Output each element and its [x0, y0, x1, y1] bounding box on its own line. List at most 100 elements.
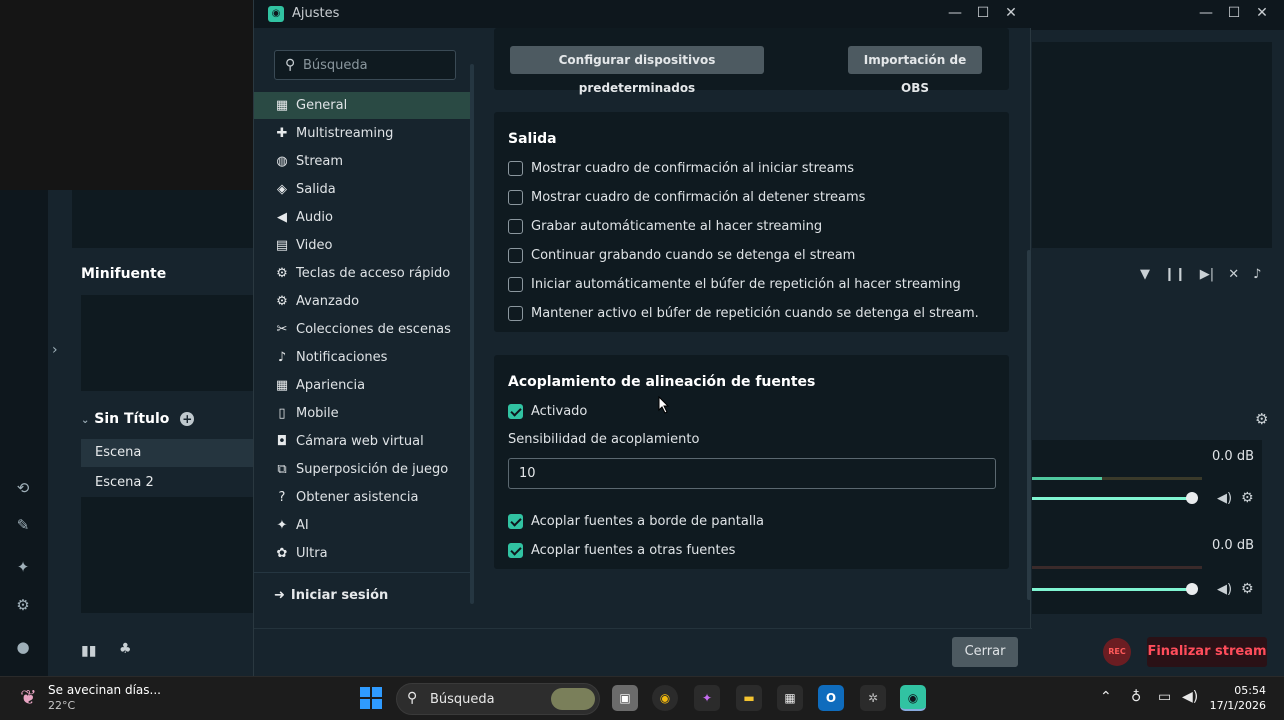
themes-icon[interactable]: ✎: [14, 516, 32, 534]
configure-devices-button[interactable]: Configurar dispositivos predeterminados: [510, 46, 764, 95]
maximize-icon[interactable]: ☐: [1227, 6, 1241, 20]
nav-item-multistreaming[interactable]: ✚ Multistreaming: [254, 120, 471, 147]
nav-item-appearance[interactable]: ▦ Apariencia: [254, 372, 471, 399]
volume-slider-knob[interactable]: [1186, 583, 1198, 595]
sparkle-icon[interactable]: ✦: [14, 558, 32, 576]
checkbox-confirm-stop[interactable]: Mostrar cuadro de confirmación al detene…: [508, 187, 865, 207]
bell-icon[interactable]: ♣: [119, 641, 132, 657]
minifuente-panel: [81, 295, 255, 391]
checkbox[interactable]: [508, 189, 523, 205]
integration-icon[interactable]: ⟲: [14, 479, 32, 497]
nav-item-ultra[interactable]: ✿ Ultra: [254, 540, 471, 567]
nav-item-general[interactable]: ▦ General: [254, 92, 471, 119]
checkbox-keep-replay-buffer[interactable]: Mantener activo el búfer de repetición c…: [508, 303, 979, 323]
copilot-icon[interactable]: ✦: [694, 685, 720, 711]
nav-item-virtual-webcam[interactable]: ◘ Cámara web virtual: [254, 428, 471, 455]
chevron-up-icon[interactable]: ⌃: [1100, 689, 1112, 705]
nav-item-scene-collections[interactable]: ✂ Colecciones de escenas: [254, 316, 471, 343]
task-view-icon[interactable]: ▣: [612, 685, 638, 711]
stats-icon[interactable]: ▮▮: [81, 643, 96, 659]
checkbox-snapping-enabled[interactable]: Activado: [508, 401, 587, 421]
mute-all-icon[interactable]: ✕: [1228, 267, 1239, 282]
streamlabs-taskbar-icon[interactable]: ◉: [900, 685, 926, 711]
outlook-icon[interactable]: O: [818, 685, 844, 711]
checkbox[interactable]: [508, 247, 523, 263]
filter-icon[interactable]: ▼: [1140, 267, 1150, 282]
volume-slider-knob[interactable]: [1186, 492, 1198, 504]
checkbox[interactable]: [508, 276, 523, 292]
checkbox-snap-other[interactable]: Acoplar fuentes a otras fuentes: [508, 540, 735, 560]
scene-item[interactable]: Escena 2: [81, 469, 256, 497]
nav-item-audio[interactable]: ◀ Audio: [254, 204, 471, 231]
checkbox[interactable]: [508, 403, 523, 419]
minimize-icon[interactable]: —: [948, 6, 962, 20]
file-explorer-icon[interactable]: ▬: [736, 685, 762, 711]
close-button[interactable]: Cerrar: [952, 637, 1018, 667]
nav-item-salida[interactable]: ◈ Salida: [254, 176, 471, 203]
nav-item-advanced[interactable]: ⚙ Avanzado: [254, 288, 471, 315]
speaker-icon[interactable]: ◀): [1217, 582, 1232, 597]
rec-button[interactable]: REC: [1103, 638, 1131, 666]
mixer-gear-icon[interactable]: ⚙: [1255, 410, 1268, 428]
sensitivity-input[interactable]: [508, 458, 996, 489]
settings-gear-icon[interactable]: ⚙: [14, 596, 32, 614]
add-scene-icon[interactable]: +: [180, 412, 195, 426]
checkbox[interactable]: [508, 513, 523, 529]
volume-slider[interactable]: [1032, 497, 1192, 500]
login-button[interactable]: ➜ Iniciar sesión: [274, 588, 388, 603]
checkbox-auto-record[interactable]: Grabar automáticamente al hacer streamin…: [508, 216, 822, 236]
snapping-title: Acoplamiento de alineación de fuentes: [508, 374, 816, 390]
checkbox[interactable]: [508, 542, 523, 558]
microphone-icon[interactable]: ♁: [1131, 689, 1141, 705]
maximize-icon[interactable]: ☐: [976, 6, 990, 20]
close-icon[interactable]: ✕: [1004, 6, 1018, 20]
app-icon[interactable]: ✲: [860, 685, 886, 711]
search-input[interactable]: [303, 56, 453, 74]
content-scrollbar[interactable]: [1027, 250, 1031, 600]
nav-item-game-overlay[interactable]: ⧉ Superposición de juego: [254, 456, 471, 483]
source-gear-icon[interactable]: ⚙: [1241, 581, 1254, 597]
weather-text[interactable]: Se avecinan días...: [48, 683, 161, 697]
skip-icon[interactable]: ▶|: [1200, 267, 1214, 282]
nav-item-stream[interactable]: ◍ Stream: [254, 148, 471, 175]
source-gear-icon[interactable]: ⚙: [1241, 490, 1254, 506]
gears-icon: ⚙: [276, 294, 288, 309]
nav-item-ai[interactable]: ✦ AI: [254, 512, 471, 539]
start-button[interactable]: [360, 687, 382, 709]
network-icon[interactable]: ▭: [1158, 689, 1171, 705]
volume-icon[interactable]: ◀): [1182, 689, 1198, 705]
checkbox[interactable]: [508, 305, 523, 321]
minimize-icon[interactable]: —: [1199, 6, 1213, 20]
scene-item[interactable]: Escena: [81, 439, 256, 467]
nav-item-hotkeys[interactable]: ⚙ Teclas de acceso rápido: [254, 260, 471, 287]
obs-import-button[interactable]: Importación de OBS: [848, 46, 982, 95]
nav-item-help[interactable]: ? Obtener asistencia: [254, 484, 471, 511]
nav-item-notifications[interactable]: ♪ Notificaciones: [254, 344, 471, 371]
chevron-right-icon[interactable]: ›: [52, 342, 58, 358]
volume-slider[interactable]: [1032, 588, 1192, 591]
checkbox-snap-edge[interactable]: Acoplar fuentes a borde de pantalla: [508, 511, 764, 531]
checkbox-auto-replay-buffer[interactable]: Iniciar automáticamente el búfer de repe…: [508, 274, 961, 294]
store-icon[interactable]: ▦: [777, 685, 803, 711]
chrome-icon[interactable]: ◉: [652, 685, 678, 711]
chevron-down-icon[interactable]: ⌄: [81, 415, 89, 426]
weather-temp[interactable]: 22°C: [48, 699, 75, 712]
sidebar-scrollbar[interactable]: [470, 64, 474, 604]
scene-collection-title[interactable]: Sin Título: [94, 411, 169, 427]
weather-icon[interactable]: ❦: [20, 685, 37, 709]
end-stream-button[interactable]: Finalizar stream: [1147, 637, 1267, 667]
pause-icon[interactable]: ❙❙: [1164, 267, 1186, 282]
volume-icon[interactable]: ♪: [1253, 267, 1261, 282]
clock[interactable]: 05:54 17/1/2026: [1210, 683, 1266, 713]
checkbox-confirm-start[interactable]: Mostrar cuadro de confirmación al inicia…: [508, 158, 854, 178]
user-icon[interactable]: ●: [14, 638, 32, 656]
close-icon[interactable]: ✕: [1255, 6, 1269, 20]
checkbox[interactable]: [508, 160, 523, 176]
checkbox[interactable]: [508, 218, 523, 234]
nav-item-video[interactable]: ▤ Video: [254, 232, 471, 259]
checkbox-keep-recording[interactable]: Continuar grabando cuando se detenga el …: [508, 245, 855, 265]
nav-item-mobile[interactable]: ▯ Mobile: [254, 400, 471, 427]
speaker-icon[interactable]: ◀): [1217, 491, 1232, 506]
settings-search[interactable]: ⚲: [274, 50, 456, 80]
taskbar-search[interactable]: ⚲ Búsqueda: [396, 683, 600, 715]
